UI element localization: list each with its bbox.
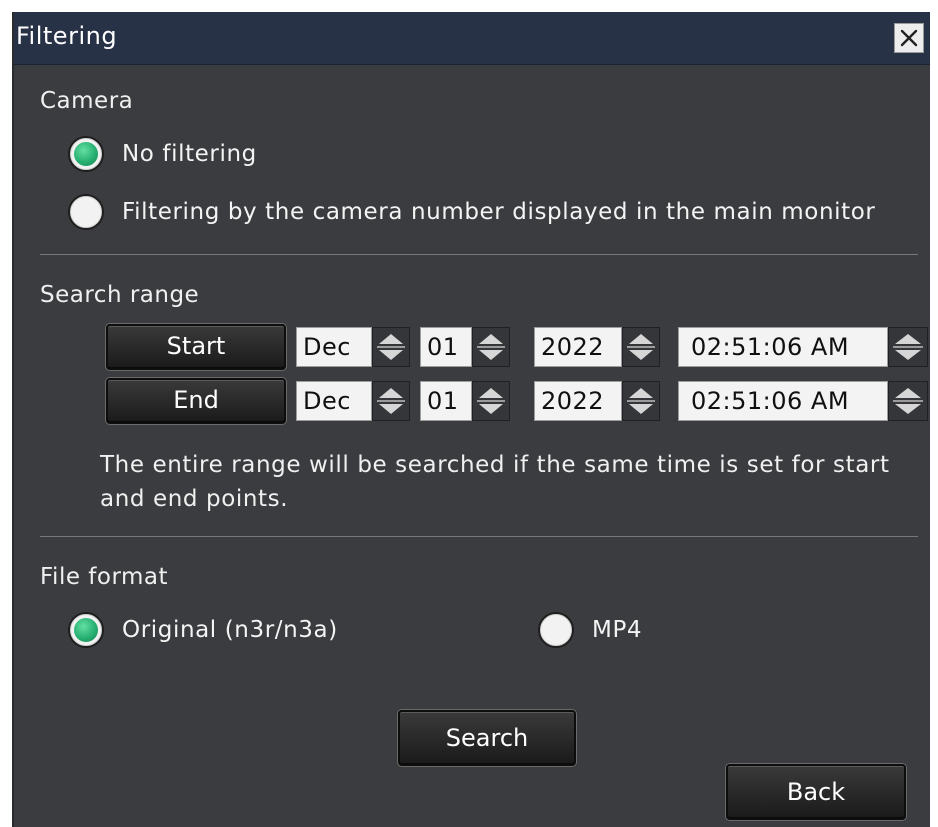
- up-down-arrows-icon: [477, 388, 505, 414]
- search-range-note: The entire range will be searched if the…: [100, 452, 890, 512]
- title-bar: Filtering: [14, 12, 930, 65]
- end-day-field[interactable]: 01: [420, 381, 472, 421]
- end-year-spinner[interactable]: [622, 381, 660, 421]
- radio-mp4-format[interactable]: MP4: [538, 612, 642, 648]
- radio-filter-by-camera[interactable]: Filtering by the camera number displayed…: [68, 194, 875, 230]
- radio-filter-by-camera-label: Filtering by the camera number displayed…: [122, 199, 876, 225]
- up-down-arrows-icon: [477, 334, 505, 360]
- radio-no-filtering-label: No filtering: [122, 141, 257, 167]
- filtering-dialog: Filtering Camera No filtering Filtering …: [12, 12, 930, 827]
- start-button[interactable]: Start: [106, 324, 286, 370]
- close-button[interactable]: [894, 23, 924, 53]
- search-range-label: Search range: [40, 282, 200, 308]
- up-down-arrows-icon: [377, 334, 405, 360]
- end-year-field[interactable]: 2022: [534, 381, 622, 421]
- end-day-spinner[interactable]: [472, 381, 510, 421]
- close-icon: [900, 29, 918, 47]
- start-day-spinner[interactable]: [472, 327, 510, 367]
- up-down-arrows-icon: [893, 334, 923, 360]
- radio-original-format-label: Original (n3r/n3a): [122, 617, 338, 643]
- start-year-spinner[interactable]: [622, 327, 660, 367]
- radio-button-selected[interactable]: [68, 136, 104, 172]
- start-month-spinner[interactable]: [372, 327, 410, 367]
- up-down-arrows-icon: [627, 334, 655, 360]
- end-month-spinner[interactable]: [372, 381, 410, 421]
- end-button[interactable]: End: [106, 378, 286, 424]
- end-time-field[interactable]: 02:51:06 AM: [678, 381, 888, 421]
- radio-original-format[interactable]: Original (n3r/n3a): [68, 612, 338, 648]
- start-day-field[interactable]: 01: [420, 327, 472, 367]
- file-format-label: File format: [40, 564, 169, 590]
- end-month-field[interactable]: Dec: [296, 381, 372, 421]
- start-month-field[interactable]: Dec: [296, 327, 372, 367]
- end-time-spinner[interactable]: [888, 381, 928, 421]
- start-time-spinner[interactable]: [888, 327, 928, 367]
- back-button[interactable]: Back: [726, 764, 906, 820]
- camera-section-label: Camera: [40, 88, 134, 114]
- divider: [40, 536, 918, 537]
- start-time-field[interactable]: 02:51:06 AM: [678, 327, 888, 367]
- up-down-arrows-icon: [893, 388, 923, 414]
- divider: [40, 254, 918, 255]
- radio-button-selected[interactable]: [68, 612, 104, 648]
- up-down-arrows-icon: [377, 388, 405, 414]
- search-button[interactable]: Search: [398, 710, 576, 766]
- radio-mp4-format-label: MP4: [592, 617, 643, 643]
- up-down-arrows-icon: [627, 388, 655, 414]
- radio-button-unselected[interactable]: [538, 612, 574, 648]
- radio-button-unselected[interactable]: [68, 194, 104, 230]
- start-year-field[interactable]: 2022: [534, 327, 622, 367]
- radio-no-filtering[interactable]: No filtering: [68, 136, 257, 172]
- dialog-title: Filtering: [16, 22, 118, 50]
